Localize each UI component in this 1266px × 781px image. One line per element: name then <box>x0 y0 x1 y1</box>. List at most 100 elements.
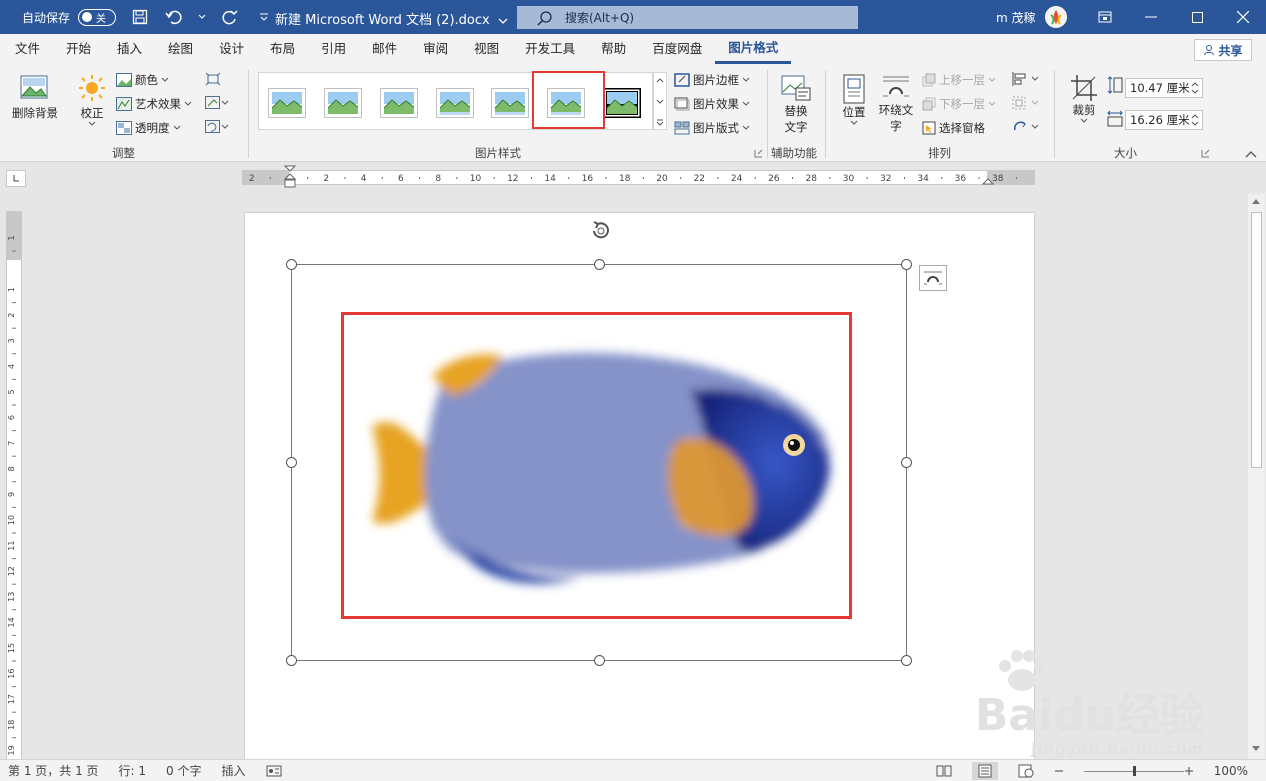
transparency-button[interactable]: 透明度 <box>116 120 181 136</box>
tab-mailings[interactable]: 邮件 <box>359 34 410 64</box>
zoom-slider[interactable] <box>1076 765 1184 777</box>
width-field[interactable]: 16.26 厘米 <box>1125 110 1203 130</box>
remove-background-button[interactable]: 删除背景 <box>8 74 62 121</box>
resize-handle-w[interactable] <box>286 457 297 468</box>
bring-forward-button[interactable]: 上移一层 <box>922 72 996 88</box>
align-icon[interactable] <box>1012 72 1040 86</box>
spin-buttons-icon[interactable] <box>1191 82 1199 94</box>
scroll-down-icon[interactable] <box>1251 745 1261 752</box>
picture-layout-button[interactable]: 图片版式 <box>674 120 750 136</box>
resize-handle-ne[interactable] <box>901 259 912 270</box>
collapse-ribbon-icon[interactable] <box>1245 150 1257 158</box>
layout-options-icon[interactable] <box>919 265 947 291</box>
vertical-ruler[interactable]: 1 1 2 3 4 5 6 7 8 9 10 11 12 13 14 15 16 17 18 19 <box>6 211 22 761</box>
picture-effects-button[interactable]: 图片效果 <box>674 96 750 112</box>
document-page[interactable] <box>244 212 1035 762</box>
user-name[interactable]: m 茂稼 <box>996 9 1036 26</box>
tab-file[interactable]: 文件 <box>2 34 53 64</box>
read-mode-icon[interactable] <box>936 765 952 777</box>
zoom-thumb[interactable] <box>1132 765 1136 776</box>
scroll-up-icon[interactable] <box>1251 198 1261 205</box>
tab-references[interactable]: 引用 <box>308 34 359 64</box>
scroll-up-icon[interactable] <box>656 77 664 83</box>
picture-style-5[interactable] <box>491 88 529 118</box>
zoom-level[interactable]: 100% <box>1214 764 1248 778</box>
tab-picture-format[interactable]: 图片格式 <box>715 34 792 64</box>
print-layout-icon[interactable] <box>971 761 998 780</box>
search-box[interactable]: 搜索(Alt+Q) <box>517 6 858 29</box>
redo-icon[interactable] <box>220 7 240 27</box>
tab-layout[interactable]: 布局 <box>257 34 308 64</box>
tab-help[interactable]: 帮助 <box>588 34 639 64</box>
horizontal-ruler[interactable]: 2 2 4 6 8 10 12 14 16 18 20 22 24 26 28 30 32 34 36 38 <box>242 165 1035 188</box>
zoom-in-icon[interactable] <box>1184 766 1194 776</box>
picture-style-1[interactable] <box>268 88 306 118</box>
word-count[interactable]: 0 个字 <box>166 762 201 779</box>
resize-handle-e[interactable] <box>901 457 912 468</box>
scroll-thumb[interactable] <box>1251 212 1262 468</box>
dialog-launcher-icon[interactable] <box>754 149 763 158</box>
change-picture-icon[interactable] <box>205 96 229 110</box>
right-indent-icon[interactable] <box>982 177 994 185</box>
position-button[interactable]: 位置 <box>836 74 872 126</box>
picture-border-button[interactable]: 图片边框 <box>674 72 750 88</box>
tab-home[interactable]: 开始 <box>53 34 104 64</box>
tab-draw[interactable]: 绘图 <box>155 34 206 64</box>
resize-handle-s[interactable] <box>594 655 605 666</box>
picture-style-2[interactable] <box>324 88 362 118</box>
customize-qat-icon[interactable] <box>254 7 274 27</box>
dialog-launcher-icon[interactable] <box>1201 149 1210 158</box>
picture-selection-frame[interactable] <box>286 259 912 666</box>
page-count[interactable]: 第 1 页，共 1 页 <box>8 762 99 779</box>
picture-style-4[interactable] <box>436 88 474 118</box>
corrections-button[interactable]: 校正 <box>74 74 110 127</box>
web-layout-icon[interactable] <box>1018 764 1034 778</box>
alt-text-button[interactable]: 替换 文字 <box>775 74 817 135</box>
undo-dropdown-icon[interactable] <box>198 7 206 27</box>
document-title[interactable]: 新建 Microsoft Word 文档 (2).docx <box>275 9 508 28</box>
spin-buttons-icon[interactable] <box>1191 114 1199 126</box>
height-field[interactable]: 10.47 厘米 <box>1125 78 1203 98</box>
undo-icon[interactable] <box>164 7 184 27</box>
tab-baidu-netdisk[interactable]: 百度网盘 <box>639 34 715 64</box>
tab-selector[interactable] <box>6 170 26 187</box>
group-objects-icon[interactable] <box>1012 96 1040 110</box>
picture-style-7[interactable] <box>603 88 641 118</box>
resize-handle-se[interactable] <box>901 655 912 666</box>
save-icon[interactable] <box>130 7 150 27</box>
avatar[interactable] <box>1045 6 1067 28</box>
rotate-icon[interactable] <box>1012 120 1040 134</box>
tab-view[interactable]: 视图 <box>461 34 512 64</box>
close-icon[interactable] <box>1220 0 1266 34</box>
crop-button[interactable]: 裁剪 <box>1066 74 1102 124</box>
ribbon-display-icon[interactable] <box>1082 0 1128 34</box>
line-number[interactable]: 行: 1 <box>119 762 147 779</box>
vertical-scrollbar[interactable] <box>1248 194 1265 761</box>
tab-review[interactable]: 审阅 <box>410 34 461 64</box>
send-backward-button[interactable]: 下移一层 <box>922 96 996 112</box>
share-button[interactable]: 共享 <box>1194 39 1252 61</box>
zoom-out-icon[interactable] <box>1054 766 1064 776</box>
artistic-effects-button[interactable]: 艺术效果 <box>116 96 192 112</box>
resize-handle-n[interactable] <box>594 259 605 270</box>
minimize-icon[interactable] <box>1128 0 1174 34</box>
macro-recording-icon[interactable] <box>266 765 282 777</box>
gallery-more-icon[interactable] <box>656 119 664 126</box>
resize-handle-sw[interactable] <box>286 655 297 666</box>
wrap-text-button[interactable]: 环绕文 字 <box>876 74 916 134</box>
insert-mode[interactable]: 插入 <box>221 762 245 779</box>
tab-developer[interactable]: 开发工具 <box>512 34 588 64</box>
selection-pane-button[interactable]: 选择窗格 <box>922 120 985 136</box>
resize-handle-nw[interactable] <box>286 259 297 270</box>
autosave-toggle[interactable]: 关 <box>78 8 117 26</box>
maximize-icon[interactable] <box>1174 0 1220 34</box>
tab-insert[interactable]: 插入 <box>104 34 155 64</box>
compress-pictures-icon[interactable] <box>205 72 221 86</box>
reset-picture-icon[interactable] <box>205 120 229 134</box>
first-line-indent-icon[interactable] <box>284 165 296 189</box>
color-button[interactable]: 颜色 <box>116 72 169 88</box>
rotate-handle-icon[interactable] <box>588 219 614 243</box>
scroll-down-icon[interactable] <box>656 99 664 105</box>
tab-design[interactable]: 设计 <box>206 34 257 64</box>
picture-style-3[interactable] <box>380 88 418 118</box>
